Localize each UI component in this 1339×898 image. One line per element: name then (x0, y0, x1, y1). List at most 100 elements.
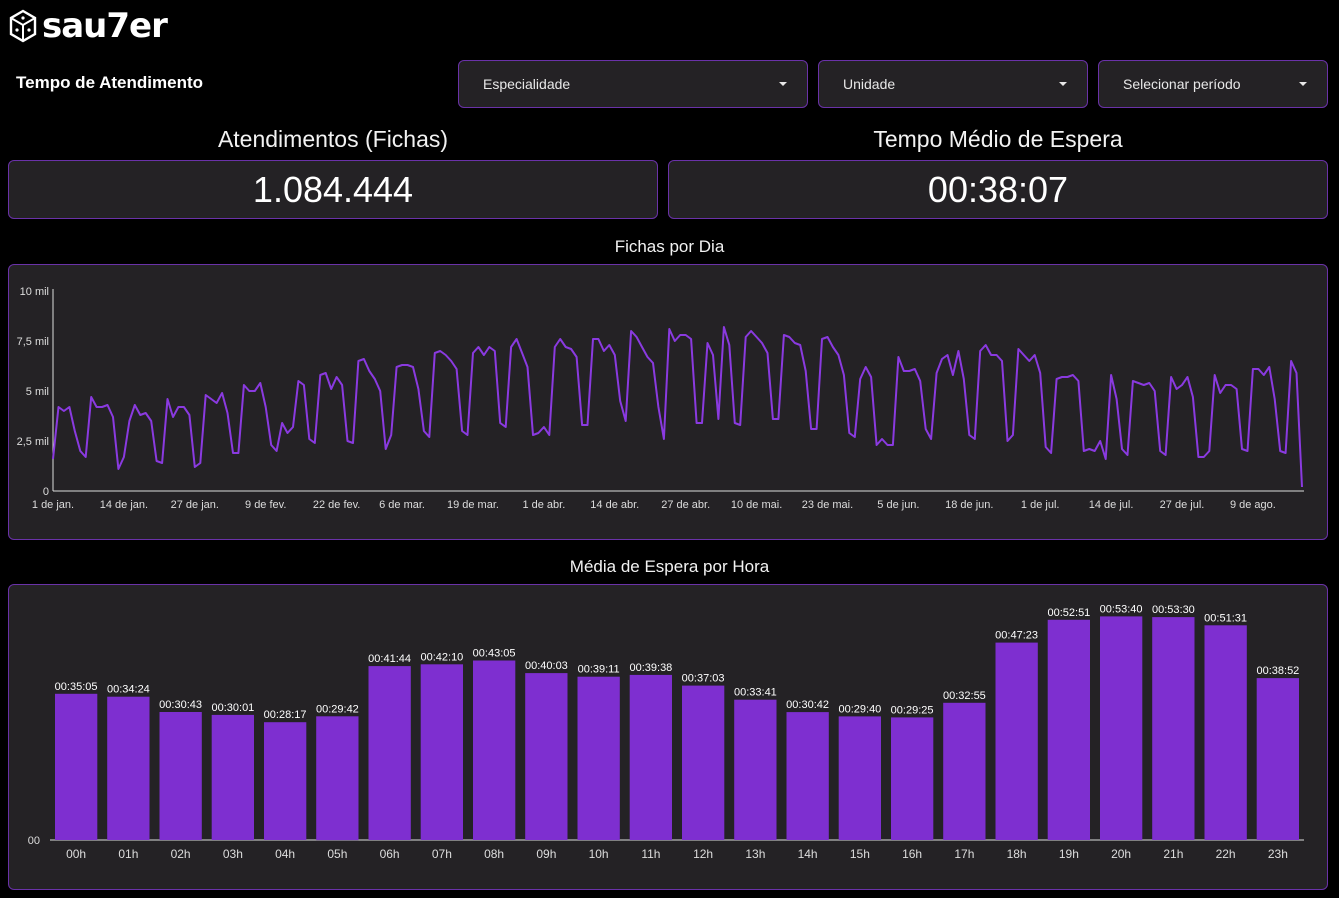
y-tick-label: 0 (43, 486, 49, 498)
bar (838, 716, 881, 840)
bar-value-label: 00:33:41 (734, 687, 777, 699)
period-selector-label: Selecionar período (1123, 76, 1241, 92)
fichas-por-dia-panel: 0 2,5 mil 5 mil 7,5 mil 10 mil 1 de jan. 14 de… (8, 264, 1328, 540)
bar (316, 716, 359, 841)
bar-value-label: 00:30:43 (159, 699, 202, 711)
bar-value-label: 00:34:24 (107, 684, 150, 696)
media-espera-chart: 00 00:35:05 00h 00:34:24 01h 00:30:43 02h 00:30… (28, 603, 1304, 861)
x-tick-label: 15h (850, 847, 870, 861)
espera-value: 00:38:07 (668, 160, 1328, 219)
bar-value-label: 00:30:01 (211, 702, 254, 714)
bar (525, 673, 568, 840)
bar (159, 712, 202, 840)
especialidade-dropdown-label: Especialidade (483, 76, 571, 92)
x-tick-label: 14 de jul. (1089, 499, 1134, 511)
x-tick-label: 23h (1268, 847, 1288, 861)
x-tick-label: 07h (432, 847, 452, 861)
bar-value-label: 00:53:30 (1152, 604, 1195, 616)
x-tick-label: 04h (275, 847, 295, 861)
x-tick-label: 16h (902, 847, 922, 861)
y-tick-label: 00 (28, 835, 40, 847)
x-tick-label: 5 de jun. (877, 499, 919, 511)
bar-value-label: 00:37:03 (682, 673, 725, 685)
x-tick-label: 14h (798, 847, 818, 861)
x-tick-label: 14 de abr. (590, 499, 639, 511)
x-tick-label: 6 de mar. (379, 499, 425, 511)
chevron-down-icon (1299, 82, 1307, 86)
bar (995, 642, 1038, 840)
y-tick-label: 10 mil (20, 286, 49, 298)
x-tick-label: 10 de mai. (731, 499, 782, 511)
bar (420, 664, 463, 840)
unidade-dropdown[interactable]: Unidade (818, 60, 1088, 108)
x-tick-label: 11h (641, 847, 660, 861)
bar-value-label: 00:32:55 (943, 690, 986, 702)
bar-value-label: 00:47:23 (995, 630, 1038, 642)
bar-value-label: 00:40:03 (525, 660, 568, 672)
x-tick-label: 23 de mai. (802, 499, 853, 511)
bar (1047, 619, 1090, 840)
bar-value-label: 00:43:05 (473, 648, 516, 660)
line-chart-title: Fichas por Dia (614, 237, 725, 256)
x-tick-label: 03h (223, 847, 243, 861)
chevron-down-icon (779, 82, 787, 86)
x-tick-label: 08h (484, 847, 504, 861)
x-tick-label: 05h (327, 847, 347, 861)
media-espera-panel: 00 00:35:05 00h 00:34:24 01h 00:30:43 02h 00:30… (8, 584, 1328, 890)
bar-value-label: 00:38:52 (1256, 665, 1299, 677)
x-tick-label: 27 de jan. (171, 499, 219, 511)
bar (55, 693, 98, 840)
x-tick-label: 18 de jun. (945, 499, 993, 511)
dice-icon (9, 9, 37, 43)
bar-chart-title: Média de Espera por Hora (569, 557, 770, 576)
x-tick-label: 19h (1059, 847, 1079, 861)
bar-value-label: 00:51:31 (1204, 612, 1247, 624)
bar-value-label: 00:29:40 (838, 703, 881, 715)
x-tick-label: 01h (118, 847, 138, 861)
bar (786, 712, 829, 840)
x-tick-label: 14 de jan. (100, 499, 148, 511)
unidade-dropdown-label: Unidade (843, 76, 896, 92)
bar (577, 676, 620, 840)
bar (682, 685, 725, 840)
bar-value-label: 00:39:38 (629, 662, 672, 674)
bar-value-label: 00:41:44 (368, 653, 411, 665)
x-tick-label: 12h (693, 847, 713, 861)
x-tick-label: 17h (954, 847, 974, 861)
bar-value-label: 00:39:11 (578, 664, 620, 676)
app-logo[interactable]: sau7er (8, 6, 168, 46)
bar (211, 714, 254, 840)
fichas-por-dia-chart: 0 2,5 mil 5 mil 7,5 mil 10 mil 1 de jan. 14 de… (17, 286, 1304, 511)
bar (734, 699, 777, 840)
bar (473, 660, 516, 840)
espera-label: Tempo Médio de Espera (873, 126, 1123, 152)
period-selector[interactable]: Selecionar período (1098, 60, 1328, 108)
bar-value-label: 00:52:51 (1047, 607, 1090, 619)
bar (1256, 678, 1299, 840)
x-tick-label: 13h (745, 847, 765, 861)
x-tick-label: 1 de abr. (522, 499, 565, 511)
x-tick-label: 1 de jul. (1021, 499, 1060, 511)
x-tick-label: 9 de fev. (245, 499, 286, 511)
y-tick-label: 7,5 mil (17, 336, 49, 348)
x-tick-label: 09h (536, 847, 556, 861)
logo-text: sau7er (42, 6, 168, 46)
x-tick-label: 22 de fev. (313, 499, 361, 511)
bar (891, 717, 934, 840)
bar (943, 702, 986, 840)
x-tick-label: 9 de ago. (1230, 499, 1276, 511)
atendimentos-value: 1.084.444 (8, 160, 658, 219)
bar-value-label: 00:35:05 (55, 681, 98, 693)
bar-value-label: 00:30:42 (786, 699, 829, 711)
bar (368, 666, 411, 840)
y-tick-label: 2,5 mil (17, 436, 49, 448)
bar (1100, 616, 1143, 840)
bar (1204, 625, 1247, 840)
bar-value-label: 00:53:40 (1100, 603, 1143, 615)
x-tick-label: 18h (1007, 847, 1027, 861)
bar-value-label: 00:29:42 (316, 703, 359, 715)
bar-value-label: 00:28:17 (264, 709, 307, 721)
y-tick-label: 5 mil (26, 386, 49, 398)
bar (107, 696, 150, 840)
especialidade-dropdown[interactable]: Especialidade (458, 60, 808, 108)
